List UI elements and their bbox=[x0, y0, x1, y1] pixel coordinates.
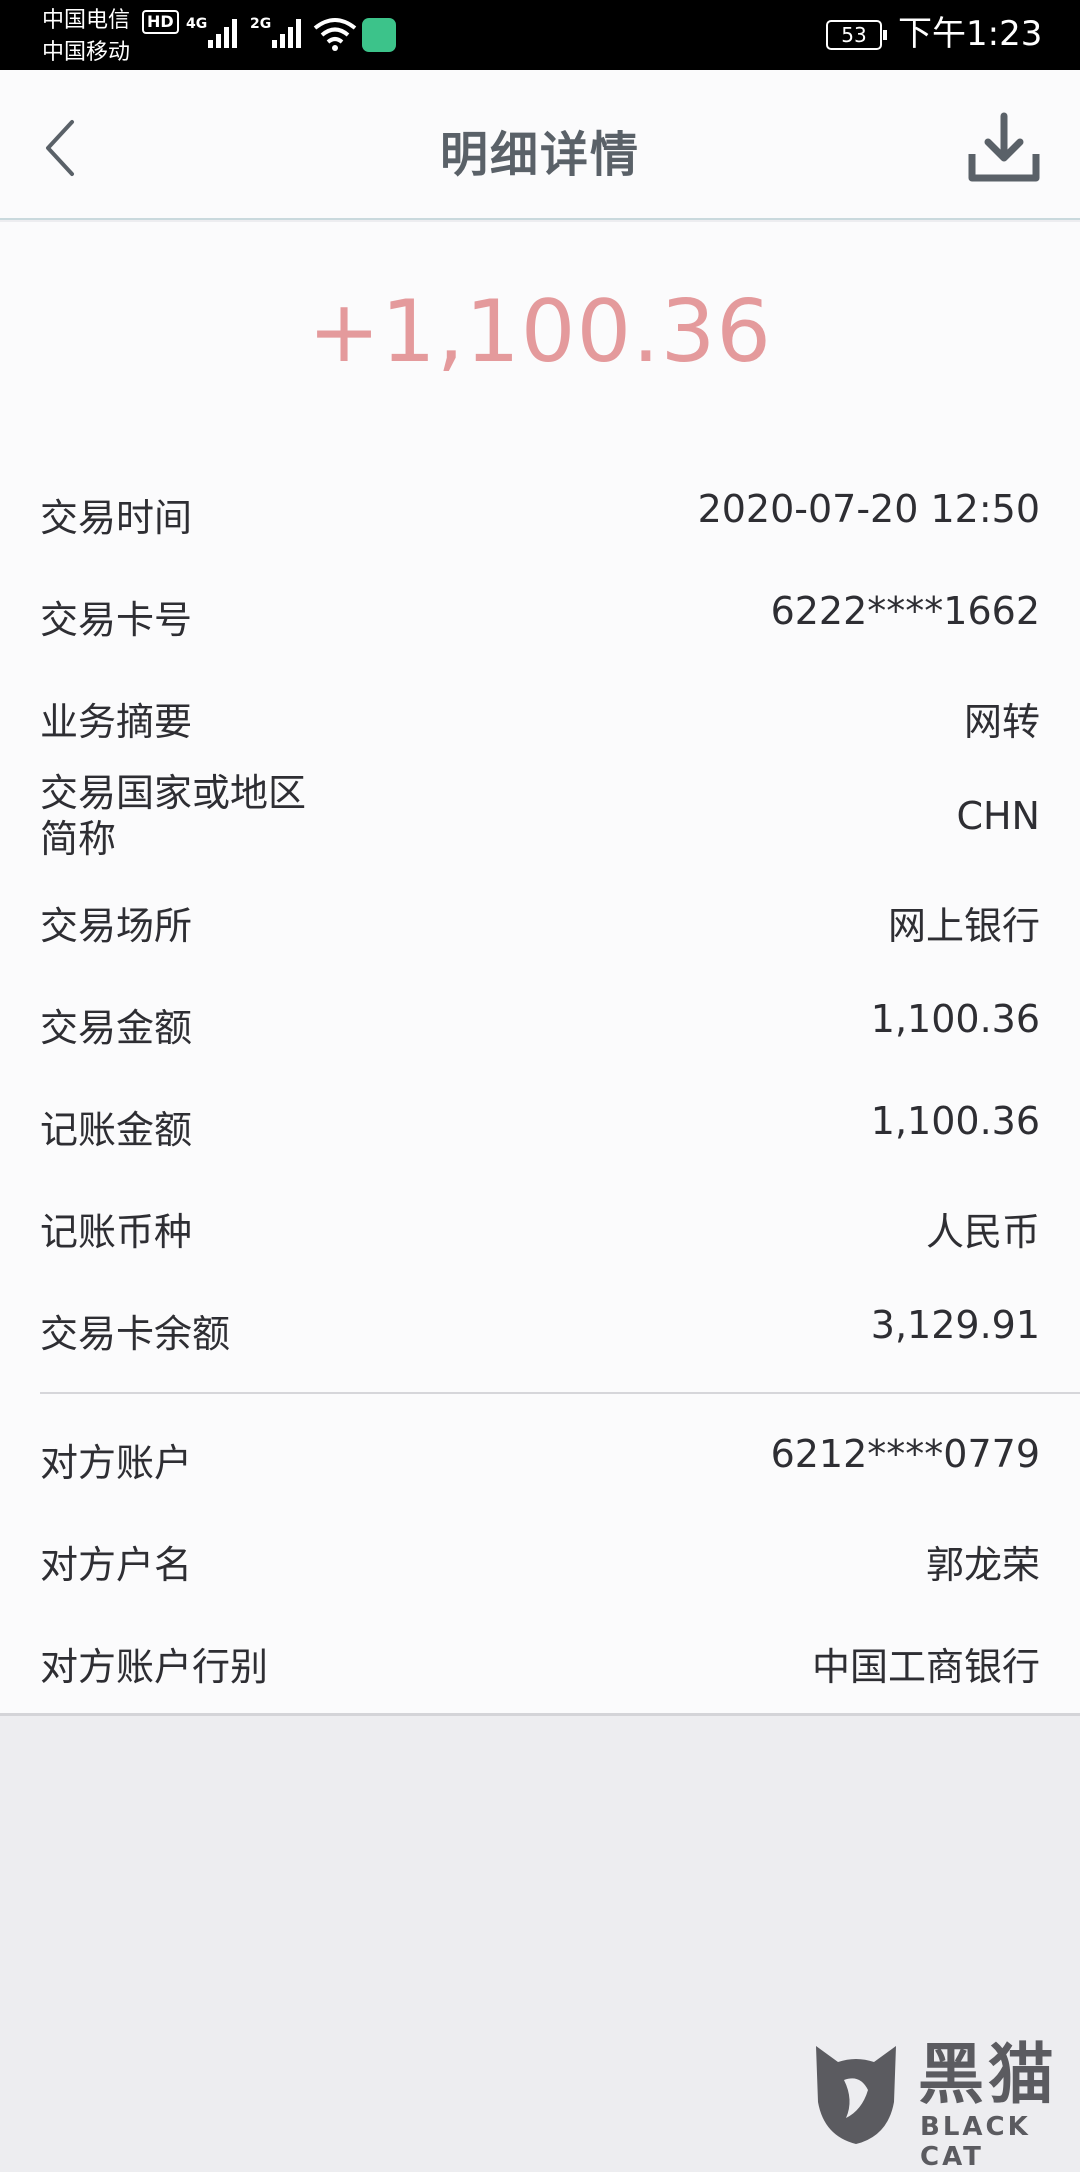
watermark: 黑猫 BLACK CAT bbox=[808, 2036, 1068, 2172]
detail-label: 对方账户行别 bbox=[40, 1645, 269, 1689]
detail-label: 交易卡号 bbox=[40, 598, 193, 642]
watermark-text-cn: 黑猫 bbox=[918, 2036, 1058, 2113]
network-type-1: 4G bbox=[186, 16, 208, 32]
app-notification-icon bbox=[362, 18, 396, 52]
watermark-text-en: BLACK CAT bbox=[920, 2112, 1031, 2172]
download-icon[interactable] bbox=[966, 110, 1042, 186]
hd-badge: HD bbox=[142, 10, 179, 34]
detail-label: 交易场所 bbox=[40, 904, 193, 948]
page-title: 明细详情 bbox=[439, 127, 640, 183]
detail-label: 交易时间 bbox=[40, 496, 193, 540]
detail-value: 1,100.36 bbox=[870, 997, 1040, 1041]
wifi-icon bbox=[313, 18, 357, 51]
detail-value: 3,129.91 bbox=[870, 1303, 1040, 1347]
detail-label: 交易金额 bbox=[40, 1006, 193, 1050]
carrier-1: 中国电信 bbox=[42, 8, 131, 33]
detail-label-line2: 简称 bbox=[40, 817, 117, 861]
detail-value: 网上银行 bbox=[887, 904, 1040, 948]
detail-value: 郭龙荣 bbox=[925, 1543, 1040, 1587]
detail-label: 记账币种 bbox=[40, 1210, 193, 1254]
signal-icon bbox=[208, 19, 237, 48]
detail-value: 6222****1662 bbox=[770, 589, 1040, 633]
detail-value: 网转 bbox=[963, 700, 1040, 744]
detail-value: 人民币 bbox=[925, 1210, 1040, 1254]
detail-label: 记账金额 bbox=[40, 1108, 193, 1152]
detail-value: 中国工商银行 bbox=[811, 1645, 1040, 1689]
detail-value: 6212****0779 bbox=[770, 1432, 1040, 1476]
transaction-amount: +1,100.36 bbox=[307, 282, 773, 382]
signal-icon-2 bbox=[272, 19, 301, 48]
detail-value: CHN bbox=[956, 794, 1040, 838]
detail-value: 2020-07-20 12:50 bbox=[697, 487, 1040, 531]
battery-icon: 53 bbox=[826, 20, 887, 50]
detail-label: 交易卡余额 bbox=[40, 1312, 231, 1356]
status-bar: 中国电信 HD 4G 2G 中国移动 53 下午1:23 bbox=[0, 0, 1080, 70]
black-cat-logo-icon bbox=[816, 2046, 896, 2144]
nav-bar: 明细详情 bbox=[0, 70, 1080, 220]
carrier-2: 中国移动 bbox=[42, 40, 131, 65]
detail-label-line1: 交易国家或地区 bbox=[40, 771, 307, 815]
network-type-2: 2G bbox=[250, 16, 272, 32]
detail-value: 1,100.36 bbox=[870, 1099, 1040, 1143]
section-divider bbox=[40, 1392, 1080, 1394]
detail-label: 业务摘要 bbox=[40, 700, 193, 744]
clock: 下午1:23 bbox=[898, 14, 1043, 54]
detail-label: 对方户名 bbox=[40, 1543, 193, 1587]
detail-label: 交易国家或地区 简称 bbox=[40, 770, 306, 862]
detail-label: 对方账户 bbox=[40, 1441, 193, 1485]
transaction-detail-card: +1,100.36 交易时间 2020-07-20 12:50 交易卡号 622… bbox=[0, 222, 1080, 1716]
